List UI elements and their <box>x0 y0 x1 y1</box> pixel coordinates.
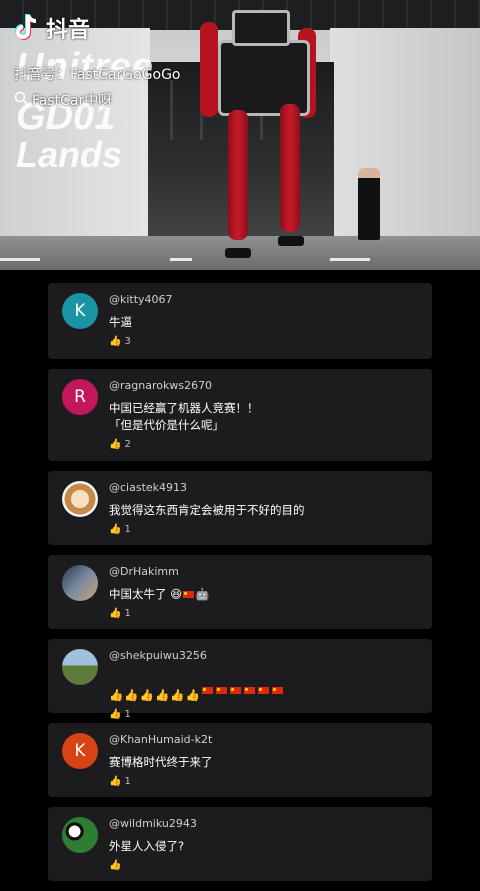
comment-card: @ciastek4913 我觉得这东西肯定会被用于不好的目的 👍 1 <box>48 471 432 545</box>
like-count-value: 1 <box>124 709 131 720</box>
comment-text: 赛博格时代终于来了 <box>109 755 213 769</box>
search-tag[interactable]: FastCar中呀 <box>14 90 112 110</box>
thumbs-up-icon: 👍 <box>109 608 122 619</box>
comment-text: 中国已经赢了机器人竞赛！！ 「但是代价是什么呢」 <box>109 401 259 432</box>
robot-arm-left <box>200 22 218 117</box>
avatar[interactable]: K <box>62 733 98 769</box>
floor-marking <box>0 258 40 261</box>
building-wall-right <box>330 28 480 238</box>
comment-text: 外星人入侵了? <box>109 839 185 853</box>
avatar[interactable]: R <box>62 379 98 415</box>
thumbs-up-icon: 👍 <box>109 860 122 871</box>
china-flag-icon <box>229 687 241 694</box>
tiktok-note-icon <box>14 13 40 43</box>
china-flag-icon <box>257 687 269 694</box>
person-figure <box>358 168 380 240</box>
comment-text: 牛逼 <box>109 315 132 329</box>
like-count[interactable]: 👍 2 <box>109 439 420 450</box>
thumbs-up-icon: 👍 <box>139 688 154 702</box>
china-flag-icon <box>201 687 213 694</box>
comment-card: @wildmiku2943 外星人入侵了? 👍 <box>48 807 432 881</box>
grin-emoji-icon: 😆 <box>170 587 183 601</box>
china-flag-icon <box>215 687 227 694</box>
robot-foot-left <box>225 248 251 258</box>
comment-card: R @ragnarokws2670 中国已经赢了机器人竞赛！！ 「但是代价是什么… <box>48 369 432 461</box>
floor-marking <box>330 258 370 261</box>
robot-leg-left <box>228 110 248 240</box>
like-count-value: 1 <box>124 776 131 787</box>
comment-card: @DrHakimm 中国太牛了 😆 🤖 👍 1 <box>48 555 432 629</box>
thumbs-up-icon: 👍 <box>109 776 122 787</box>
comment-username[interactable]: @KhanHumaid-k2t <box>109 733 420 747</box>
video-frame[interactable]: Unitree GD01 Lands 抖音 抖音号：FastCarGoGoGo … <box>0 0 480 270</box>
comment-username[interactable]: @ciastek4913 <box>109 481 420 495</box>
thumbs-up-icon: 👍 <box>109 709 122 720</box>
comment-list: K @kitty4067 牛逼 👍 3 R @ragnarokws2670 中国… <box>48 283 432 891</box>
like-count[interactable]: 👍 3 <box>109 336 420 347</box>
thumbs-up-icon: 👍 <box>109 688 124 702</box>
comment-text: 我觉得这东西肯定会被用于不好的目的 <box>109 503 305 517</box>
thumbs-up-icon: 👍 <box>154 688 170 702</box>
like-count[interactable]: 👍 1 <box>109 608 420 619</box>
like-count[interactable]: 👍 1 <box>109 776 420 787</box>
thumbs-up-icon: 👍 <box>109 439 122 450</box>
comment-text-value: 中国太牛了 <box>109 587 167 601</box>
china-flag-icon <box>271 687 283 694</box>
thumbs-up-icon: 👍 <box>185 688 200 702</box>
avatar[interactable]: K <box>62 293 98 329</box>
comment-card: K @kitty4067 牛逼 👍 3 <box>48 283 432 359</box>
search-tag-text: FastCar中呀 <box>32 93 113 109</box>
thumbs-up-icon: 👍 <box>170 688 185 702</box>
like-count[interactable]: 👍 1 <box>109 709 420 720</box>
robot-leg-right <box>280 104 300 232</box>
thumbs-up-icon: 👍 <box>124 688 139 702</box>
comment-username[interactable]: @ragnarokws2670 <box>109 379 420 393</box>
avatar[interactable] <box>62 817 98 853</box>
avatar[interactable] <box>62 481 98 517</box>
floor-marking <box>170 258 192 261</box>
like-count-value: 1 <box>124 608 131 619</box>
comment-card: K @KhanHumaid-k2t 赛博格时代终于来了 👍 1 <box>48 723 432 797</box>
comment-text: 中国太牛了 😆 🤖 <box>109 586 420 603</box>
comment-username[interactable]: @wildmiku2943 <box>109 817 420 831</box>
robot-foot-right <box>278 236 304 246</box>
like-count[interactable]: 👍 1 <box>109 524 420 535</box>
overlay-line-3: Lands <box>16 134 123 175</box>
like-count[interactable]: 👍 <box>109 860 420 871</box>
avatar[interactable] <box>62 649 98 685</box>
comment-username[interactable]: @kitty4067 <box>109 293 420 307</box>
china-flag-icon <box>183 591 195 598</box>
comment-username[interactable]: @shekpuiwu3256 <box>109 649 420 663</box>
avatar[interactable] <box>62 565 98 601</box>
robot-emoji-icon: 🤖 <box>195 587 210 601</box>
emoji-row: 👍 👍 👍 👍 👍 👍 <box>109 687 284 704</box>
comment-text: 👍 👍 👍 👍 👍 👍 <box>109 670 420 704</box>
like-count-value: 3 <box>124 336 131 347</box>
app-logo: 抖音 <box>14 12 90 44</box>
search-icon <box>14 91 28 109</box>
thumbs-up-icon: 👍 <box>109 524 122 535</box>
comment-card: @shekpuiwu3256 👍 👍 👍 👍 👍 👍 👍 1 <box>48 639 432 720</box>
china-flag-icon <box>243 687 255 694</box>
robot-head <box>232 10 290 46</box>
like-count-value: 1 <box>124 524 131 535</box>
logo-name: 抖音 <box>46 18 91 43</box>
comment-username[interactable]: @DrHakimm <box>109 565 420 579</box>
thumbs-up-icon: 👍 <box>109 336 122 347</box>
like-count-value: 2 <box>124 439 131 450</box>
account-id: 抖音号：FastCarGoGoGo <box>14 67 181 83</box>
